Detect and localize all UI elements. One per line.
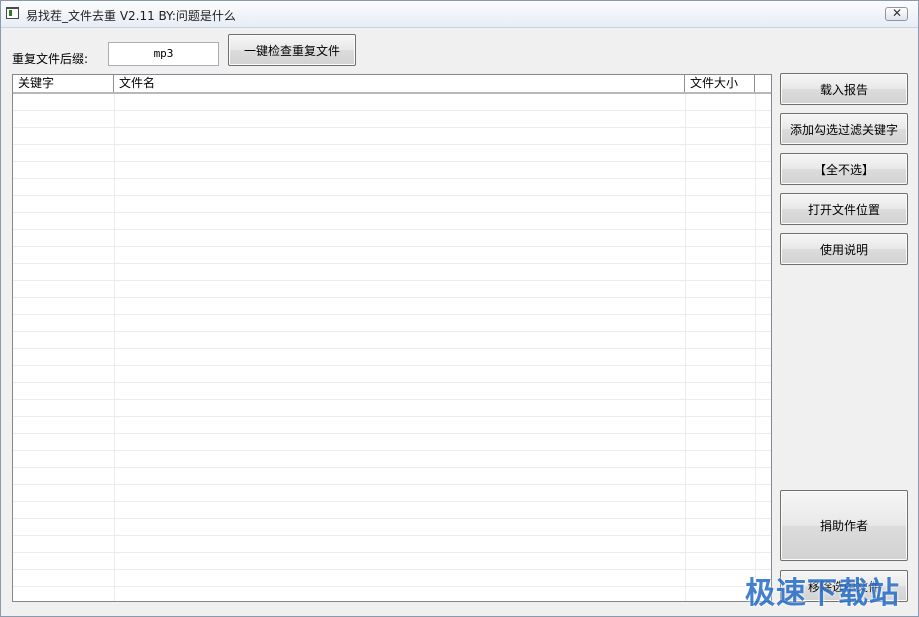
file-list[interactable]: 关键字 文件名 文件大小 — [12, 74, 772, 602]
list-header: 关键字 文件名 文件大小 — [13, 75, 771, 94]
close-button[interactable]: ✕ — [885, 6, 908, 21]
column-header-filename[interactable]: 文件名 — [114, 75, 685, 92]
column-header-filesize[interactable]: 文件大小 — [685, 75, 755, 92]
main-window: 易找茬_文件去重 V2.11 BY:问题是什么 ✕ 重复文件后缀: mp3 一键… — [0, 0, 919, 617]
column-divider — [755, 94, 756, 601]
title-bar: 易找茬_文件去重 V2.11 BY:问题是什么 ✕ — [1, 1, 918, 28]
row-gridlines — [13, 94, 771, 601]
close-icon: ✕ — [892, 6, 903, 20]
instructions-button[interactable]: 使用说明 — [780, 233, 908, 265]
app-window-icon — [6, 7, 19, 19]
deselect-all-button[interactable]: 【全不选】 — [780, 153, 908, 185]
watermark-logo: 极速下载站 — [745, 576, 900, 611]
column-divider — [114, 94, 115, 601]
donate-author-button[interactable]: 捐助作者 — [780, 490, 908, 561]
window-title: 易找茬_文件去重 V2.11 BY:问题是什么 — [26, 9, 236, 23]
suffix-input[interactable]: mp3 — [108, 42, 219, 66]
column-header-keyword[interactable]: 关键字 — [13, 75, 114, 92]
check-duplicates-button[interactable]: 一键检查重复文件 — [228, 34, 356, 66]
suffix-label: 重复文件后缀: — [12, 52, 89, 66]
open-file-location-button[interactable]: 打开文件位置 — [780, 193, 908, 225]
column-header-extra[interactable] — [755, 75, 771, 92]
add-filter-keyword-button[interactable]: 添加勾选过滤关键字 — [780, 113, 908, 145]
list-body[interactable] — [13, 94, 771, 601]
column-divider — [685, 94, 686, 601]
load-report-button[interactable]: 载入报告 — [780, 73, 908, 105]
